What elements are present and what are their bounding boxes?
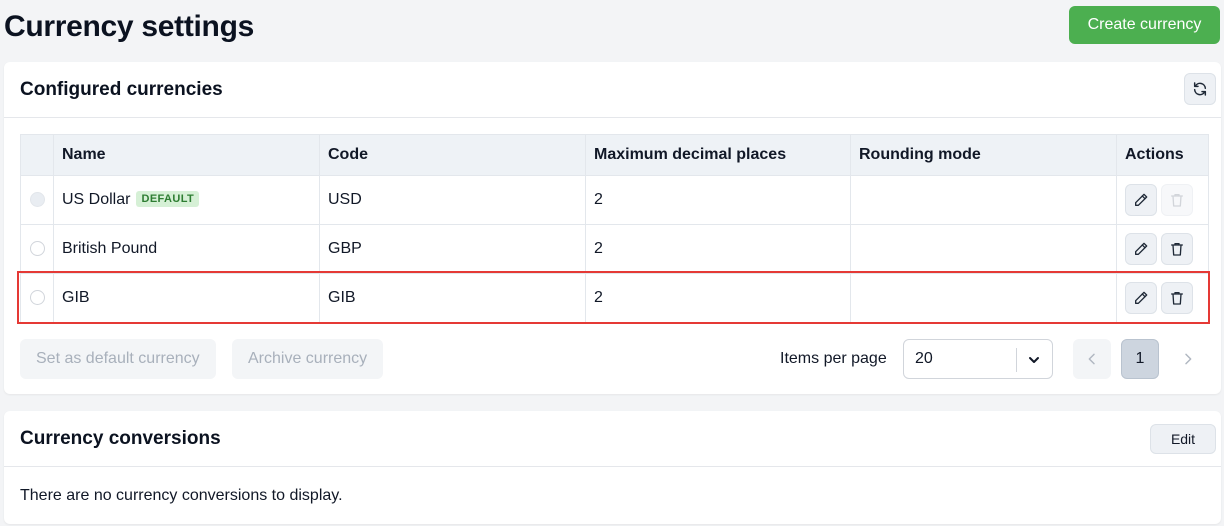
archive-currency-button[interactable]: Archive currency [232,339,384,379]
pencil-icon [1135,291,1148,304]
currency-conversions-title: Currency conversions [20,427,221,449]
default-badge: DEFAULT [136,191,200,207]
items-per-page-value: 20 [915,350,933,367]
currency-decimals: 2 [585,175,851,225]
page-number-button[interactable]: 1 [1121,339,1159,379]
edit-conversions-button[interactable]: Edit [1150,424,1216,454]
items-per-page-label: Items per page [780,350,887,367]
items-per-page-select[interactable]: 20 [903,339,1053,379]
row-select-radio[interactable] [29,290,45,306]
configured-currencies-title: Configured currencies [20,78,223,100]
currency-name-cell: US Dollar DEFAULT [53,175,320,225]
column-header-name: Name [53,134,320,176]
pencil-icon [1135,193,1148,206]
select-divider [1016,348,1017,372]
page-title: Currency settings [4,10,254,43]
currency-rounding [850,273,1117,323]
create-currency-button[interactable]: Create currency [1069,6,1220,44]
column-header-code: Code [319,134,586,176]
actions-cell [1116,273,1209,323]
set-default-currency-button[interactable]: Set as default currency [20,339,216,379]
table-footer: Set as default currency Archive currency… [20,339,1209,379]
currency-conversions-header: Currency conversions Edit [4,411,1221,467]
currency-code: USD [319,175,586,225]
edit-button[interactable] [1125,282,1157,314]
actions-cell [1116,175,1209,225]
currency-decimals: 2 [585,224,851,274]
delete-button[interactable] [1161,184,1193,216]
next-page-button[interactable] [1169,339,1207,379]
table-header-row: Name Code Maximum decimal places Roundin… [20,134,1209,176]
table-row: US Dollar DEFAULT USD 2 [20,175,1209,225]
row-select-cell [20,175,54,225]
row-select-radio[interactable] [29,241,45,257]
trash-icon [1171,292,1183,305]
refresh-icon [1193,82,1207,96]
delete-button[interactable] [1161,282,1193,314]
currency-name: GIB [53,273,320,323]
currency-code: GIB [319,273,586,323]
currency-rounding [850,224,1117,274]
currency-decimals: 2 [585,273,851,323]
column-header-rounding: Rounding mode [850,134,1117,176]
chevron-down-icon [1029,357,1039,363]
select-column-header [20,134,54,176]
pencil-icon [1135,242,1148,255]
column-header-actions: Actions [1116,134,1209,176]
row-select-cell [20,224,54,274]
currency-conversions-card: Currency conversions Edit There are no c… [4,411,1221,524]
chevron-left-icon [1088,353,1095,365]
previous-page-button[interactable] [1073,339,1111,379]
currency-rounding [850,175,1117,225]
column-header-decimals: Maximum decimal places [585,134,851,176]
delete-button[interactable] [1161,233,1193,265]
currencies-table: Name Code Maximum decimal places Roundin… [20,134,1209,323]
chevron-right-icon [1185,353,1192,365]
table-row: GIB GIB 2 [20,273,1209,323]
trash-icon [1171,243,1183,256]
configured-currencies-card: Configured currencies Name Code Maximum … [4,62,1221,394]
edit-button[interactable] [1125,184,1157,216]
currency-code: GBP [319,224,586,274]
row-select-radio[interactable] [29,192,45,208]
edit-button[interactable] [1125,233,1157,265]
actions-cell [1116,224,1209,274]
table-row: British Pound GBP 2 [20,224,1209,274]
currency-name: British Pound [53,224,320,274]
configured-currencies-header: Configured currencies [4,62,1221,118]
currency-name: US Dollar [62,191,131,208]
trash-icon [1171,194,1183,207]
refresh-button[interactable] [1184,73,1216,105]
row-select-cell [20,273,54,323]
empty-conversions-message: There are no currency conversions to dis… [20,487,343,504]
